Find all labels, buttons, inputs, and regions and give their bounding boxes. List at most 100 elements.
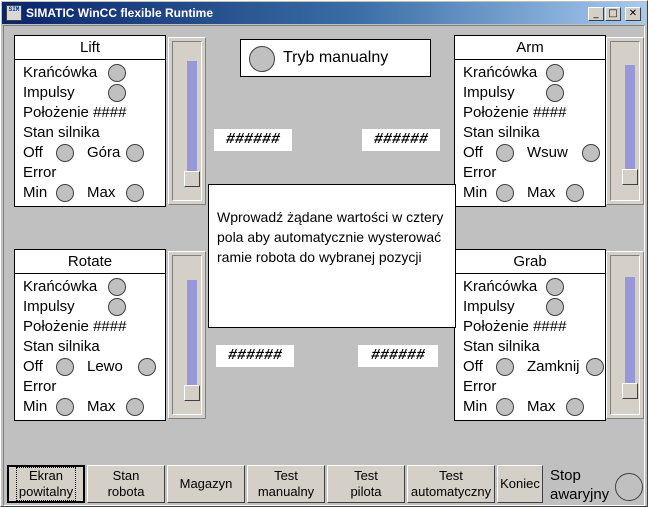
- rotate-position-value: ####: [93, 318, 127, 335]
- grab-off-label: Off: [463, 358, 483, 375]
- lift-min-label: Min: [23, 184, 48, 201]
- rotate-direction-label: Lewo: [87, 358, 123, 375]
- lift-limit-indicator: [108, 64, 126, 82]
- grab-position-value: ####: [533, 318, 567, 335]
- lift-pulses-indicator: [108, 84, 126, 102]
- rotate-off-label: Off: [23, 358, 43, 375]
- arm-max-label: Max: [527, 184, 556, 201]
- emergency-stop-label: Stop awaryjny: [550, 467, 610, 503]
- lift-direction-label: Góra: [87, 144, 121, 161]
- lift-slider[interactable]: [168, 37, 206, 205]
- arm-slider[interactable]: [606, 37, 644, 205]
- grab-position-label: Położenie ####: [463, 317, 566, 337]
- rotate-slider-track: [187, 280, 197, 390]
- nav-welcome-button[interactable]: Ekran powitalny: [7, 465, 85, 503]
- arm-position-value: ####: [533, 104, 567, 121]
- grab-min-label: Min: [463, 398, 488, 415]
- rotate-slider-groove: [172, 255, 202, 415]
- maximize-button[interactable]: □: [605, 7, 621, 21]
- close-button[interactable]: ✕: [625, 7, 641, 21]
- arm-error-label: Error: [463, 164, 497, 181]
- rotate-position-text: Położenie: [23, 318, 89, 335]
- arm-slider-groove: [610, 41, 640, 201]
- arm-pulses-indicator: [546, 84, 564, 102]
- lift-min-indicator: [56, 184, 74, 202]
- arm-direction-label: Wsuw: [527, 144, 568, 161]
- hmi-screen: Lift Krańcówka Impulsy Położenie #### St…: [3, 25, 645, 506]
- lift-panel-title: Lift: [15, 36, 165, 60]
- grab-direction-indicator: [586, 358, 604, 376]
- grab-panel-title: Grab: [455, 250, 605, 274]
- arm-slider-thumb[interactable]: [622, 169, 638, 185]
- rotate-limit-indicator: [108, 278, 126, 296]
- grab-error-label: Error: [463, 378, 497, 395]
- input-field-top-right[interactable]: ######: [362, 129, 440, 151]
- grab-slider[interactable]: [606, 251, 644, 419]
- lift-direction-indicator: [126, 144, 144, 162]
- arm-off-label: Off: [463, 144, 483, 161]
- input-field-bottom-left[interactable]: ######: [216, 345, 294, 367]
- rotate-min-indicator: [56, 398, 74, 416]
- rotate-position-label: Położenie ####: [23, 317, 126, 337]
- nav-end-button[interactable]: Koniec: [497, 465, 543, 503]
- arm-min-indicator: [496, 184, 514, 202]
- grab-limit-label: Krańcówka: [463, 278, 538, 295]
- grab-limit-indicator: [546, 278, 564, 296]
- grab-max-label: Max: [527, 398, 556, 415]
- arm-direction-indicator: [582, 144, 600, 162]
- nav-warehouse-button[interactable]: Magazyn: [167, 465, 245, 503]
- rotate-motor-state-label: Stan silnika: [23, 338, 100, 355]
- lift-position-text: Położenie: [23, 104, 89, 121]
- rotate-pulses-indicator: [108, 298, 126, 316]
- lift-max-indicator: [126, 184, 144, 202]
- grab-position-text: Położenie: [463, 318, 529, 335]
- lift-position-value: ####: [93, 104, 127, 121]
- nav-test-auto-button[interactable]: Test automatyczny: [407, 465, 495, 503]
- nav-test-pilot-button[interactable]: Test pilota: [327, 465, 405, 503]
- lift-limit-label: Krańcówka: [23, 64, 98, 81]
- grab-pulses-label: Impulsy: [463, 298, 515, 315]
- lift-off-label: Off: [23, 144, 43, 161]
- input-field-bottom-right[interactable]: ######: [358, 345, 438, 367]
- lift-max-label: Max: [87, 184, 116, 201]
- rotate-pulses-label: Impulsy: [23, 298, 75, 315]
- app-window: SIM SIMATIC WinCC flexible Runtime _ □ ✕…: [0, 0, 648, 507]
- grab-slider-track: [625, 277, 635, 389]
- rotate-max-indicator: [126, 398, 144, 416]
- title-bar[interactable]: SIM SIMATIC WinCC flexible Runtime _ □ ✕: [2, 2, 646, 24]
- grab-panel: Grab Krańcówka Impulsy Położenie #### St…: [454, 249, 606, 421]
- minimize-button[interactable]: _: [588, 7, 604, 21]
- lift-position-label: Położenie ####: [23, 103, 126, 123]
- lift-motor-state-label: Stan silnika: [23, 124, 100, 141]
- nav-robot-state-button[interactable]: Stan robota: [87, 465, 165, 503]
- rotate-slider[interactable]: [168, 251, 206, 419]
- arm-panel-title: Arm: [455, 36, 605, 60]
- rotate-panel: Rotate Krańcówka Impulsy Położenie #### …: [14, 249, 166, 421]
- rotate-max-label: Max: [87, 398, 116, 415]
- instruction-text: Wprowadź żądane wartości w cztery pola a…: [208, 184, 456, 328]
- arm-min-label: Min: [463, 184, 488, 201]
- rotate-min-label: Min: [23, 398, 48, 415]
- lift-off-indicator: [56, 144, 74, 162]
- grab-slider-thumb[interactable]: [622, 383, 638, 399]
- emergency-stop-indicator[interactable]: [615, 473, 643, 501]
- arm-pulses-label: Impulsy: [463, 84, 515, 101]
- grab-off-indicator: [496, 358, 514, 376]
- input-field-top-left[interactable]: ######: [214, 129, 292, 151]
- grab-direction-label: Zamknij: [527, 358, 580, 375]
- grab-slider-groove: [610, 255, 640, 415]
- rotate-slider-thumb[interactable]: [184, 385, 200, 401]
- lift-slider-groove: [172, 41, 202, 201]
- arm-panel: Arm Krańcówka Impulsy Położenie #### Sta…: [454, 35, 606, 207]
- rotate-direction-indicator: [138, 358, 156, 376]
- grab-motor-state-label: Stan silnika: [463, 338, 540, 355]
- manual-mode-indicator: Tryb manualny: [240, 39, 431, 77]
- nav-test-manual-button[interactable]: Test manualny: [247, 465, 325, 503]
- rotate-error-label: Error: [23, 378, 57, 395]
- lift-slider-track: [187, 61, 197, 175]
- lift-slider-thumb[interactable]: [184, 171, 200, 187]
- lift-pulses-label: Impulsy: [23, 84, 75, 101]
- grab-min-indicator: [496, 398, 514, 416]
- rotate-panel-title: Rotate: [15, 250, 165, 274]
- arm-position-text: Położenie: [463, 104, 529, 121]
